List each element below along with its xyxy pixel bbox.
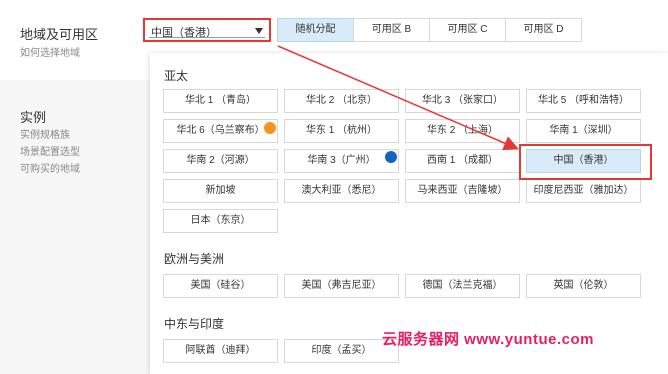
watermark-text: 云服务器网 www.yuntue.com (382, 331, 594, 348)
annotation-arrow (277, 45, 519, 151)
